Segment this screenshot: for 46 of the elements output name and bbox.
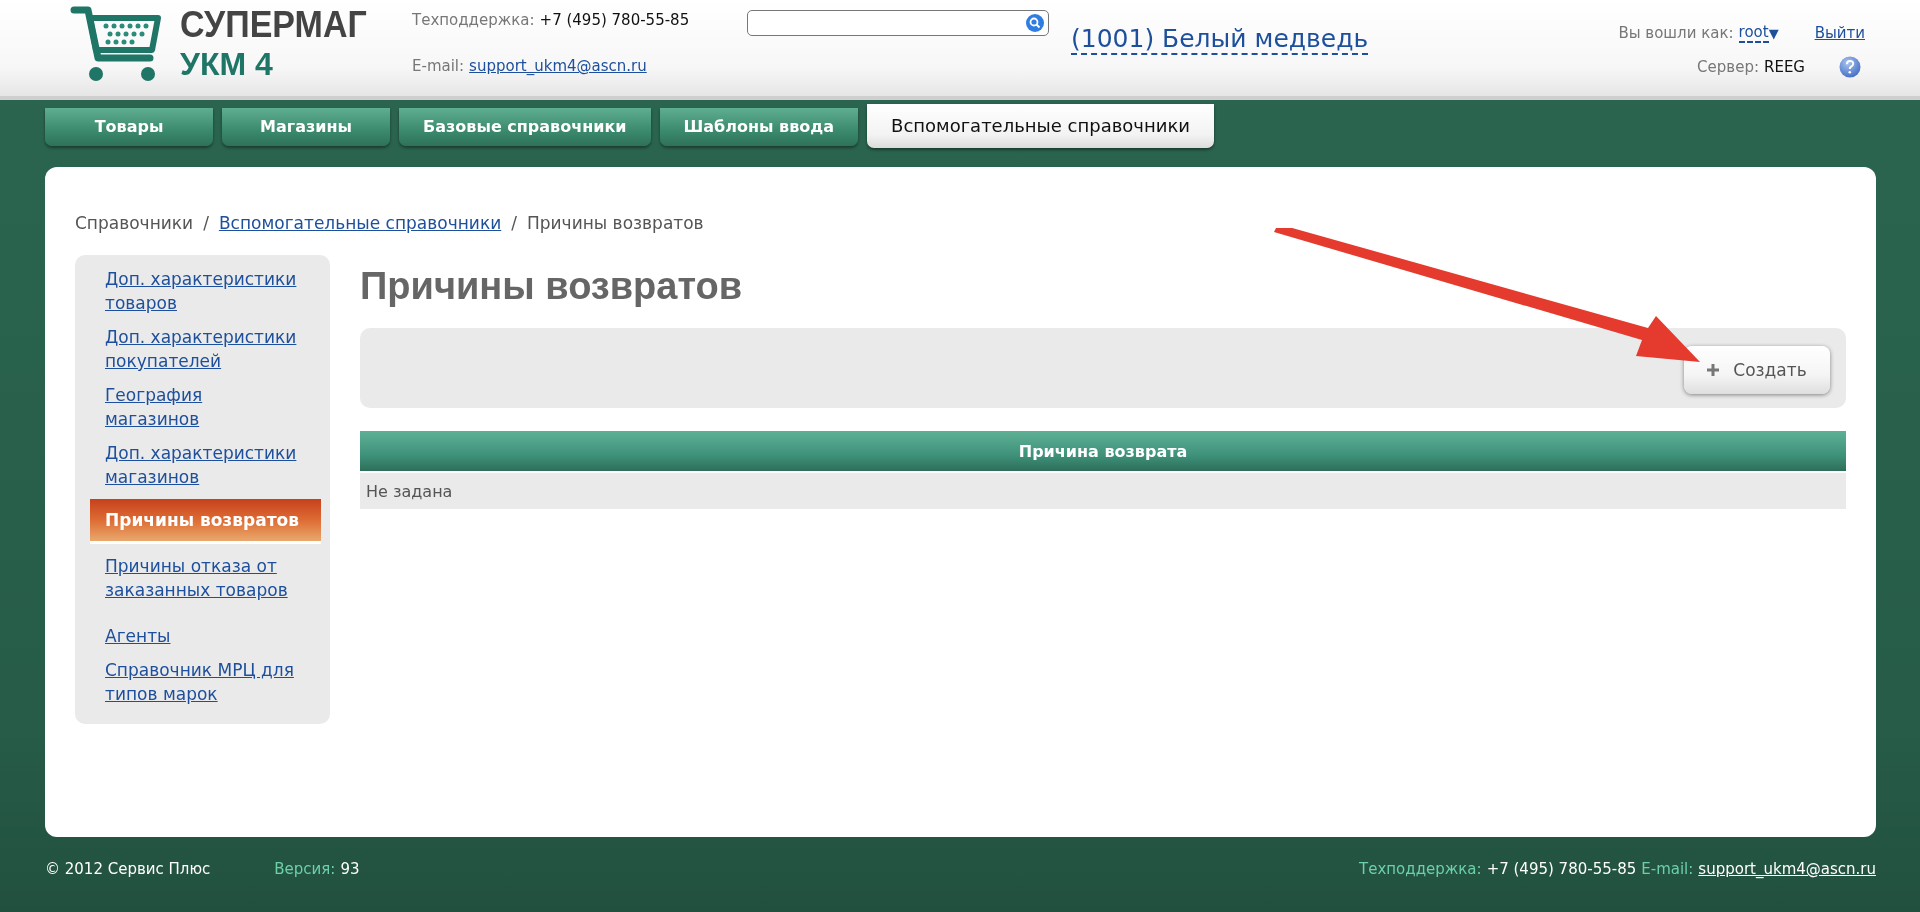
version-label: Версия:: [274, 860, 336, 878]
caret-icon[interactable]: ▼: [1768, 25, 1779, 41]
email-label: E-mail:: [1641, 860, 1694, 878]
sidebar-item[interactable]: Справочник МРЦ для типов марок: [90, 658, 299, 706]
store-selector[interactable]: (1001) Белый медведь: [1071, 24, 1369, 55]
sidebar-item[interactable]: География магазинов: [90, 383, 299, 431]
sidebar-item[interactable]: Доп. характеристики покупателей: [90, 325, 299, 373]
breadcrumb-link[interactable]: Вспомогательные справочники: [218, 213, 502, 233]
sidebar-item[interactable]: Доп. характеристики товаров: [90, 267, 299, 315]
user-label: Вы вошли как:: [1618, 24, 1734, 42]
nav-tab[interactable]: Вспомогательные справочники: [867, 104, 1214, 148]
nav-tab[interactable]: Магазины: [222, 108, 390, 146]
sidebar-item[interactable]: Причины отказа от заказанных товаров: [90, 554, 299, 602]
server-name: REEG: [1764, 58, 1805, 76]
user-menu[interactable]: root: [1738, 23, 1769, 43]
email-link[interactable]: support_ukm4@ascn.ru: [469, 57, 647, 75]
create-button[interactable]: Создать: [1684, 346, 1830, 394]
help-icon[interactable]: [1839, 56, 1861, 78]
support-label: Техподдержка:: [412, 11, 535, 29]
search-icon[interactable]: [1026, 14, 1044, 32]
page-title: Причины возвратов: [360, 265, 744, 308]
version-number: 93: [340, 860, 360, 878]
email-link[interactable]: support_ukm4@ascn.ru: [1698, 860, 1876, 878]
nav-tab[interactable]: Шаблоны ввода: [659, 108, 859, 146]
copyright-text: © 2012 Сервис Плюс: [45, 860, 211, 878]
search-field[interactable]: [747, 10, 1049, 36]
breadcrumb-separator: /: [511, 213, 517, 233]
support-label: Техподдержка:: [1359, 860, 1482, 878]
breadcrumb-separator: /: [203, 213, 209, 233]
server-label: Сервер:: [1697, 58, 1759, 76]
nav-tab[interactable]: Базовые справочники: [399, 108, 651, 146]
nav-tab[interactable]: Товары: [45, 108, 213, 146]
support-phone: +7 (495) 780-55-85: [539, 11, 690, 29]
email-label: E-mail:: [412, 57, 465, 75]
logo-subtitle: УКМ 4: [180, 45, 274, 84]
plus-icon: [1707, 364, 1720, 376]
breadcrumb-text: Причины возвратов: [526, 213, 704, 233]
column-header: Причина возврата: [360, 431, 1846, 472]
cart-logo-icon: [70, 6, 162, 84]
sidebar-item[interactable]: Агенты: [90, 624, 299, 648]
table-cell: Не задана: [360, 472, 1846, 509]
breadcrumb-text: Справочники: [75, 213, 194, 233]
logo-title: СУПЕРМАГ: [180, 2, 367, 46]
support-phone: +7 (495) 780-55-85: [1486, 860, 1637, 878]
logout-link[interactable]: Выйти: [1814, 24, 1865, 42]
sidebar-item[interactable]: Доп. характеристики магазинов: [90, 441, 299, 489]
